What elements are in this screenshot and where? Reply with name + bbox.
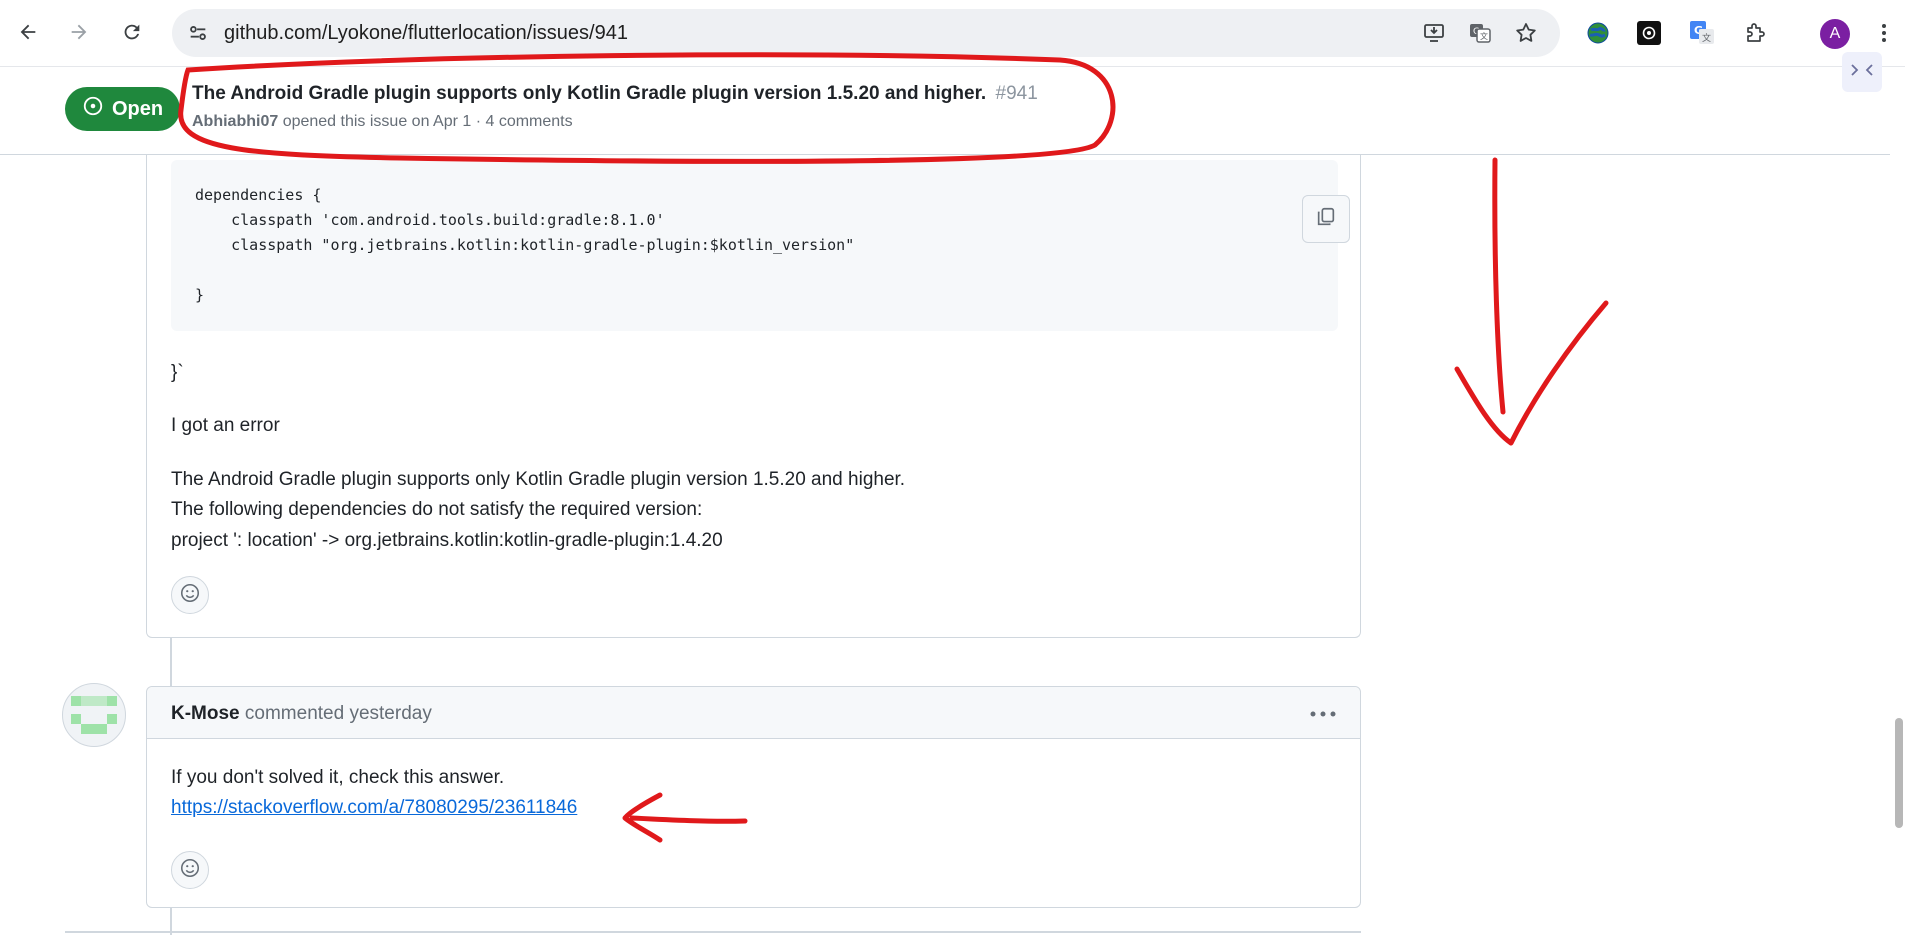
extension-globe-icon[interactable] [1584,19,1612,47]
translate-icon[interactable]: G文 [1468,21,1492,45]
copy-icon [1315,206,1337,233]
add-reaction-button[interactable] [171,851,209,889]
smiley-icon [179,857,201,884]
browser-menu-icon[interactable] [1870,19,1898,47]
comment-header: K-Mose commented yesterday [147,687,1360,739]
comment-k-mose: K-Mose commented yesterday If you don't … [146,686,1361,908]
svg-text:文: 文 [1480,31,1488,41]
comment-text: I got an error [171,415,280,436]
error-line: The Android Gradle plugin supports only … [171,469,906,490]
reload-icon[interactable] [114,14,150,50]
comment-timestamp[interactable]: commented yesterday [245,703,432,724]
copy-code-button[interactable] [1302,195,1350,243]
sticky-issue-header: Open The Android Gradle plugin supports … [0,67,1890,155]
issue-meta-text: opened this issue on Apr 1 · 4 comments [282,113,573,130]
bookmark-star-icon[interactable] [1514,21,1538,45]
add-reaction-button[interactable] [171,576,209,614]
address-bar[interactable]: github.com/Lyokone/flutterlocation/issue… [172,9,1560,57]
sidebar-extension-toggle[interactable] [1842,52,1882,92]
back-arrow-icon[interactable] [10,14,46,50]
issue-number: #941 [995,83,1038,104]
code-line: classpath "org.jetbrains.kotlin:kotlin-g… [195,236,855,254]
annotation-down-arrow [1454,157,1609,446]
collapse-arrows-icon [1850,63,1874,82]
comment-text: If you don't solved it, check this answe… [171,767,505,788]
issue-meta: Abhiabhi07 opened this issue on Apr 1 · … [192,113,573,131]
extension-chatgpt-icon[interactable] [1635,19,1663,47]
site-settings-icon[interactable] [186,21,210,45]
code-line: } [195,286,205,304]
stackoverflow-link[interactable]: https://stackoverflow.com/a/78080295/236… [171,797,577,819]
issue-title: The Android Gradle plugin supports only … [192,83,1038,105]
comment-text: }` [171,362,184,383]
url-text[interactable]: github.com/Lyokone/flutterlocation/issue… [224,22,628,45]
install-app-icon[interactable] [1422,21,1446,45]
divider [65,931,1361,933]
extension-google-translate-icon[interactable]: G文 [1688,19,1716,47]
issue-state-label: Open [111,97,164,120]
error-line: The following dependencies do not satisf… [171,499,703,520]
extensions-puzzle-icon[interactable] [1741,19,1769,47]
comment-byline: K-Mose commented yesterday [171,703,432,725]
code-line: classpath 'com.android.tools.build:gradl… [195,211,665,229]
browser-toolbar: github.com/Lyokone/flutterlocation/issue… [0,0,1905,67]
forward-arrow-icon[interactable] [61,14,97,50]
commenter-avatar[interactable] [62,683,126,747]
timeline-connector [170,638,172,686]
svg-text:文: 文 [1702,32,1711,44]
kebab-horizontal-icon [1310,704,1336,722]
code-block: dependencies { classpath 'com.android.to… [171,160,1350,331]
code-line: dependencies { [195,186,322,204]
comment-author-link[interactable]: K-Mose [171,703,240,724]
smiley-icon [179,582,201,609]
issue-body-comment: dependencies { classpath 'com.android.to… [146,140,1361,638]
error-line: project ': location' -> org.jetbrains.ko… [171,530,723,551]
issue-title-text: The Android Gradle plugin supports only … [192,83,987,104]
profile-avatar[interactable]: A [1820,19,1850,49]
comment-options-button[interactable] [1308,701,1338,725]
issue-state-badge: Open [65,87,180,131]
scrollbar-thumb[interactable] [1895,718,1903,828]
issue-author-link[interactable]: Abhiabhi07 [192,113,278,130]
issue-opened-icon [82,95,104,123]
